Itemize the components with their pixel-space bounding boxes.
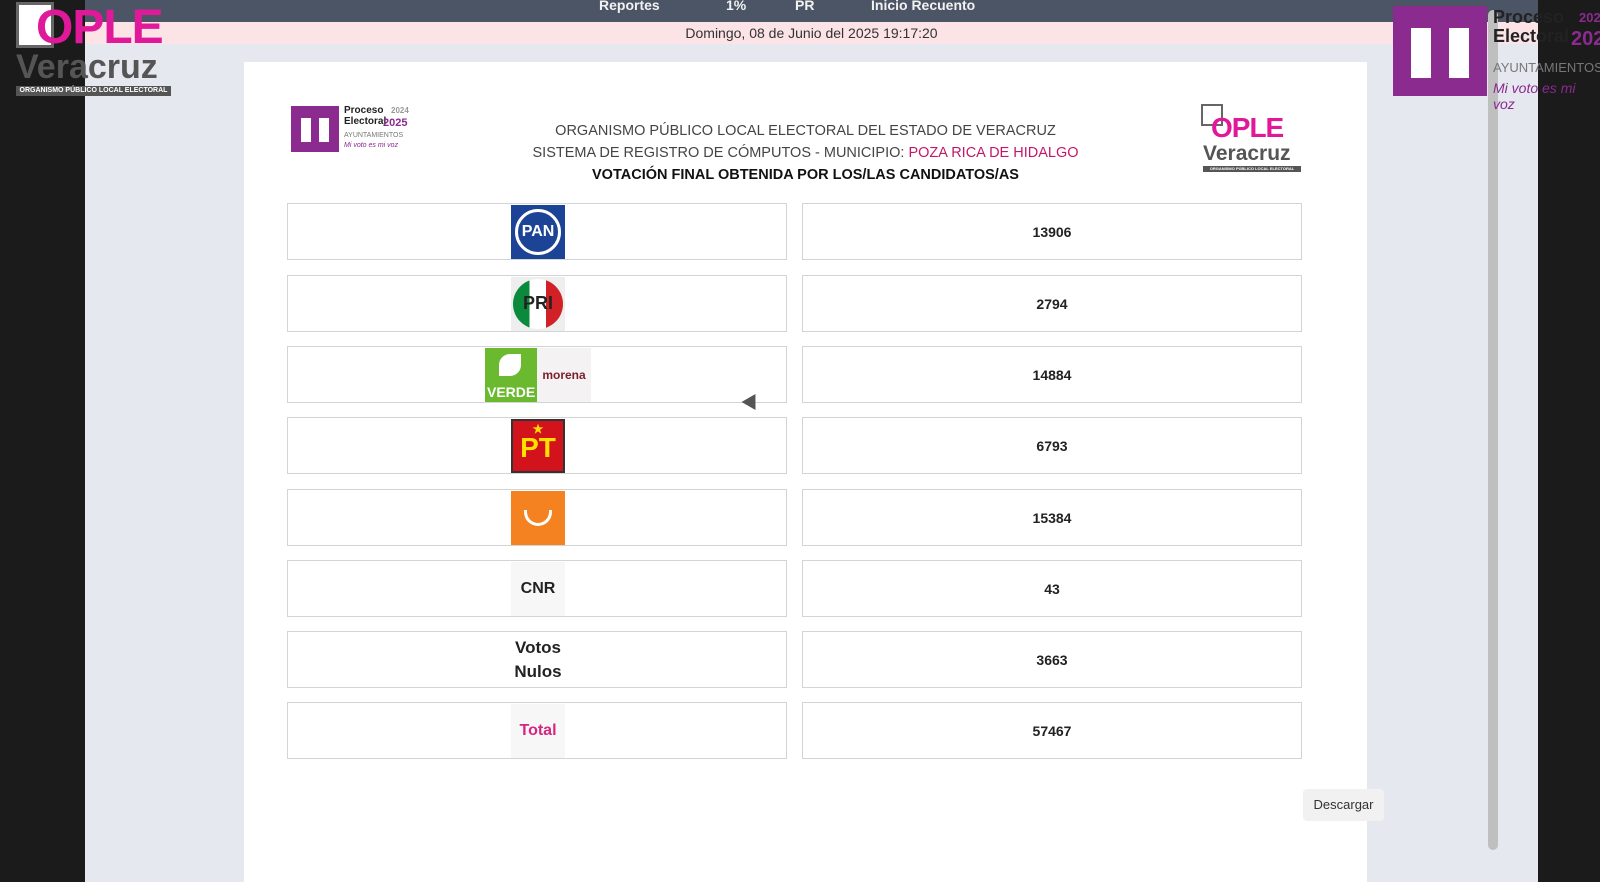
table-row: ★ PT 6793 bbox=[287, 417, 1302, 474]
star-icon: ★ bbox=[532, 421, 544, 436]
votes-cell: 14884 bbox=[802, 346, 1302, 403]
party-cell: CNR bbox=[287, 560, 787, 617]
votos-label: Votos bbox=[515, 637, 561, 657]
votes-cell: 6793 bbox=[802, 417, 1302, 474]
top-nav: Reportes 1% PR Inicio Recuento bbox=[85, 0, 1538, 22]
total-label: Total bbox=[511, 703, 565, 758]
morena-logo-text: morena bbox=[542, 367, 586, 382]
proceso-line: Proceso bbox=[1493, 7, 1565, 27]
table-row: 15384 bbox=[287, 489, 1302, 546]
party-cell bbox=[287, 489, 787, 546]
party-cell: PAN bbox=[287, 203, 787, 260]
votos-nulos-label: Votos Nulos bbox=[500, 632, 576, 687]
votes-cell: 57467 bbox=[802, 702, 1302, 759]
browser-viewport: Reportes 1% PR Inicio Recuento Domingo, … bbox=[85, 0, 1538, 882]
party-cell: VERDE morena bbox=[287, 346, 787, 403]
coalition-logo-icon: VERDE morena bbox=[485, 347, 591, 402]
votes-cell: 15384 bbox=[802, 489, 1302, 546]
table-row: PAN 13906 bbox=[287, 203, 1302, 260]
pan-logo-icon: PAN bbox=[511, 204, 565, 259]
header-line-3: VOTACIÓN FINAL OBTENIDA POR LOS/LAS CAND… bbox=[592, 167, 1019, 183]
ayuntamientos-text: AYUNTAMIENTOS bbox=[1493, 60, 1600, 75]
votes-cell: 13906 bbox=[802, 203, 1302, 260]
votes-value: 14884 bbox=[1032, 366, 1072, 383]
votes-value: 2794 bbox=[1036, 295, 1068, 312]
votes-value: 3663 bbox=[1036, 651, 1068, 668]
votes-value: 15384 bbox=[1032, 509, 1072, 526]
download-button[interactable]: Descargar bbox=[1303, 789, 1384, 821]
report-header: ORGANISMO PÚBLICO LOCAL ELECTORAL DEL ES… bbox=[244, 120, 1367, 186]
header-line-2: SISTEMA DE REGISTRO DE CÓMPUTOS - MUNICI… bbox=[244, 142, 1367, 164]
header-line-2-prefix: SISTEMA DE REGISTRO DE CÓMPUTOS - MUNICI… bbox=[532, 145, 905, 161]
year-2025: 2025 bbox=[1571, 28, 1600, 50]
votes-cell: 43 bbox=[802, 560, 1302, 617]
ople-word: OPLE bbox=[36, 1, 164, 54]
table-row: VERDE morena 14884 bbox=[287, 346, 1302, 403]
datetime-bar: Domingo, 08 de Junio del 2025 19:17:20 bbox=[85, 22, 1538, 44]
ople-city: Veracruz bbox=[16, 48, 158, 86]
verde-logo-text: VERDE bbox=[487, 383, 536, 400]
verde-logo-icon: VERDE bbox=[485, 347, 537, 402]
nulos-label: Nulos bbox=[514, 661, 562, 681]
eagle-icon bbox=[524, 509, 552, 526]
nav-1pct[interactable]: 1% bbox=[726, 0, 746, 12]
results-card: Proceso Electoral 2024 2025 AYUNTAMIENTO… bbox=[244, 62, 1384, 882]
ople-strip: ORGANISMO PÚBLICO LOCAL ELECTORAL bbox=[16, 86, 171, 96]
table-row: Total 57467 bbox=[287, 702, 1302, 759]
votes-value: 6793 bbox=[1036, 437, 1068, 454]
cnr-label: CNR bbox=[511, 561, 565, 616]
municipio-name: POZA RICA DE HIDALGO bbox=[908, 145, 1079, 161]
pan-logo-text: PAN bbox=[515, 208, 561, 255]
votes-cell: 3663 bbox=[802, 631, 1302, 688]
table-row: PRI 2794 bbox=[287, 275, 1302, 332]
pri-logo-icon: PRI bbox=[511, 276, 565, 331]
party-cell: ★ PT bbox=[287, 417, 787, 474]
proceso-line: Proceso bbox=[344, 105, 384, 116]
pt-logo-icon: ★ PT bbox=[511, 418, 565, 473]
votes-value: 43 bbox=[1044, 580, 1060, 597]
pri-logo-text: PRI bbox=[513, 278, 563, 329]
party-cell: Votos Nulos bbox=[287, 631, 787, 688]
votes-value: 13906 bbox=[1032, 223, 1072, 240]
datetime-text: Domingo, 08 de Junio del 2025 19:17:20 bbox=[685, 25, 938, 41]
electoral-line: Electoral bbox=[1493, 25, 1570, 46]
table-row: CNR 43 bbox=[287, 560, 1302, 617]
votes-cell: 2794 bbox=[802, 275, 1302, 332]
nav-pr[interactable]: PR bbox=[795, 0, 814, 12]
scrollbar[interactable] bbox=[1488, 10, 1498, 850]
pt-logo-text: PT bbox=[520, 431, 556, 463]
nav-inicio-recuento[interactable]: Inicio Recuento bbox=[871, 0, 975, 12]
proceso-electoral-overlay-logo: Proceso Electoral 2024 2025 AYUNTAMIENTO… bbox=[1393, 6, 1600, 112]
year-2024: 2024 bbox=[391, 106, 409, 115]
year-2024: 2024 bbox=[1579, 10, 1600, 25]
motto-text: Mi voto es mi voz bbox=[1493, 80, 1576, 112]
proceso-cube-icon bbox=[1393, 6, 1487, 96]
header-line-1: ORGANISMO PÚBLICO LOCAL ELECTORAL DEL ES… bbox=[555, 123, 1056, 139]
ople-veracruz-overlay-logo: OPLE Veracruz ORGANISMO PÚBLICO LOCAL EL… bbox=[14, 0, 174, 98]
party-cell: PRI bbox=[287, 275, 787, 332]
party-cell: Total bbox=[287, 702, 787, 759]
nav-reportes[interactable]: Reportes bbox=[599, 0, 660, 12]
table-row: Votos Nulos 3663 bbox=[287, 631, 1302, 688]
votes-value: 57467 bbox=[1032, 722, 1072, 739]
movimiento-ciudadano-logo-icon bbox=[511, 490, 565, 545]
